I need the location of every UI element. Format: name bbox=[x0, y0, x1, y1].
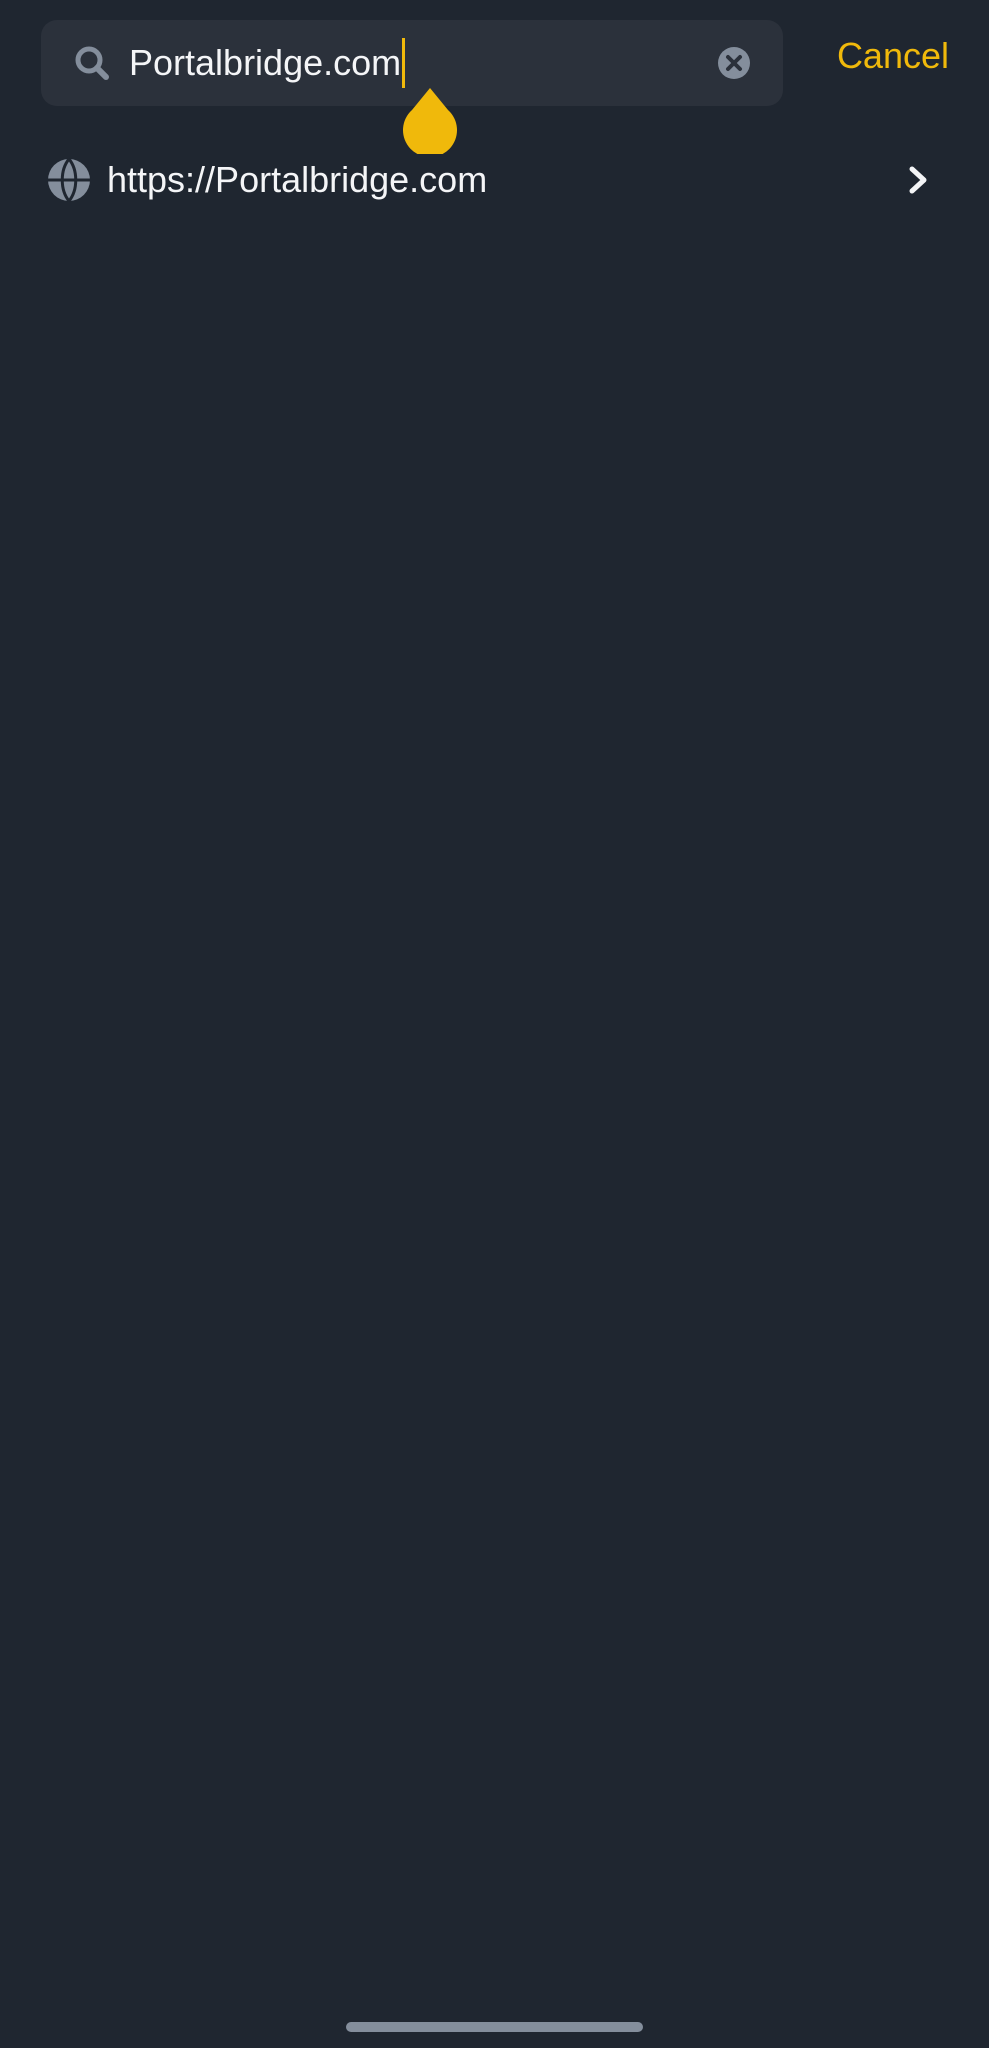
globe-icon bbox=[47, 158, 91, 202]
clear-icon[interactable] bbox=[717, 46, 751, 80]
cancel-button[interactable]: Cancel bbox=[837, 38, 949, 74]
chevron-right-icon bbox=[903, 164, 933, 196]
home-indicator bbox=[346, 2022, 643, 2032]
text-cursor bbox=[402, 38, 406, 88]
search-input[interactable]: Portalbridge.com bbox=[129, 20, 406, 106]
search-icon bbox=[73, 44, 111, 82]
search-input-value: Portalbridge.com bbox=[129, 42, 402, 83]
search-result-label: https://Portalbridge.com bbox=[107, 159, 488, 200]
search-result-item[interactable]: https://Portalbridge.com bbox=[0, 140, 989, 220]
